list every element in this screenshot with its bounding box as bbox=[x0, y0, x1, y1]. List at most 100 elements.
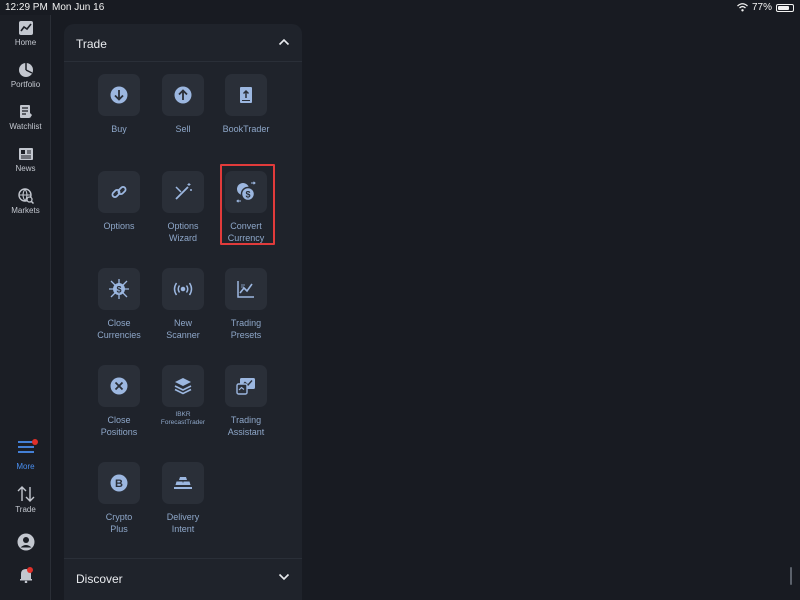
tile-label: Crypto Plus bbox=[105, 512, 133, 534]
tile-convert-currency[interactable]: $ Convert Currency bbox=[214, 171, 278, 244]
nav-portfolio[interactable]: Portfolio bbox=[0, 62, 51, 89]
tile-icon-box: B bbox=[98, 462, 140, 504]
nav-home[interactable]: Home bbox=[0, 20, 51, 47]
section-title: Trade bbox=[76, 37, 107, 51]
tile-new-scanner[interactable]: New Scanner bbox=[151, 268, 215, 341]
tile-icon-box bbox=[98, 365, 140, 407]
newspaper-icon bbox=[18, 148, 33, 160]
status-date: Mon Jun 16 bbox=[52, 2, 105, 13]
book-icon bbox=[240, 87, 252, 103]
tile-sell[interactable]: Sell bbox=[151, 74, 215, 135]
layers-icon bbox=[174, 378, 192, 395]
tile-label: Options bbox=[103, 221, 135, 231]
tile-label: Sell bbox=[175, 124, 191, 134]
notification-dot bbox=[27, 567, 33, 573]
more-menu-panel: Trade Buy Sell BookTrader Options Option… bbox=[64, 24, 302, 600]
tile-icon-box bbox=[98, 74, 140, 116]
close-circle-icon bbox=[110, 377, 128, 395]
tile-label: BookTrader bbox=[222, 124, 270, 134]
arrow-down-icon bbox=[110, 86, 128, 104]
status-time: 12:29 PM bbox=[5, 2, 48, 13]
tile-icon-box bbox=[162, 365, 204, 407]
tile-booktrader[interactable]: BookTrader bbox=[214, 74, 278, 135]
tile-trading-assistant[interactable]: Trading Assistant bbox=[214, 365, 278, 438]
nav-notifications[interactable] bbox=[0, 567, 51, 583]
tile-label: IBKR ForecastTrader bbox=[160, 411, 206, 426]
chevron-up-icon[interactable] bbox=[278, 38, 290, 46]
nav-markets-label: Markets bbox=[11, 206, 40, 215]
battery-icon bbox=[776, 3, 794, 12]
tile-icon-box bbox=[162, 268, 204, 310]
scanner-icon bbox=[173, 282, 193, 296]
tile-label: Trading Assistant bbox=[227, 415, 265, 437]
tile-label: Trading Presets bbox=[230, 318, 262, 340]
status-bar: 12:29 PM Mon Jun 16 77% bbox=[0, 0, 800, 15]
arrow-up-icon bbox=[174, 86, 192, 104]
nav-trade[interactable]: Trade bbox=[0, 485, 51, 514]
link-icon bbox=[111, 186, 127, 198]
nav-portfolio-label: Portfolio bbox=[10, 80, 41, 89]
tile-delivery-intent[interactable]: Delivery Intent bbox=[151, 462, 215, 535]
close-currencies-icon: $ bbox=[109, 279, 129, 299]
tile-options-wizard[interactable]: Options Wizard bbox=[151, 171, 215, 244]
battery-level bbox=[778, 5, 789, 10]
tile-icon-box bbox=[162, 171, 204, 213]
nav-more-label: More bbox=[16, 462, 35, 471]
tile-icon-box bbox=[98, 171, 140, 213]
tile-buy[interactable]: Buy bbox=[87, 74, 151, 135]
tile-close-currencies[interactable]: $ Close Currencies bbox=[87, 268, 151, 341]
wifi-icon bbox=[737, 3, 748, 12]
tile-label: Close Positions bbox=[100, 415, 138, 437]
nav-news-label: News bbox=[15, 164, 36, 173]
watchlist-icon bbox=[19, 105, 32, 118]
trade-arrows-icon bbox=[17, 486, 34, 502]
tile-label: New Scanner bbox=[166, 318, 200, 340]
status-right: 77% bbox=[737, 2, 794, 13]
scroll-indicator bbox=[790, 567, 792, 585]
tile-trading-presets[interactable]: Trading Presets bbox=[214, 268, 278, 341]
tile-label: Convert Currency bbox=[227, 221, 265, 243]
presets-chart-icon bbox=[237, 281, 254, 298]
tile-icon-box bbox=[162, 462, 204, 504]
svg-text:$: $ bbox=[245, 190, 250, 200]
tile-icon-box bbox=[162, 74, 204, 116]
tile-label: Close Currencies bbox=[97, 318, 141, 340]
user-avatar-icon bbox=[17, 533, 34, 551]
tile-close-positions[interactable]: Close Positions bbox=[87, 365, 151, 438]
tile-label: Options Wizard bbox=[167, 221, 199, 243]
tile-icon-box bbox=[225, 365, 267, 407]
tile-icon-box bbox=[225, 268, 267, 310]
svg-text:$: $ bbox=[116, 285, 121, 295]
gold-bars-icon bbox=[174, 477, 192, 489]
tile-icon-box bbox=[225, 74, 267, 116]
section-title: Discover bbox=[76, 572, 123, 586]
nav-news[interactable]: News bbox=[0, 146, 51, 173]
tile-crypto-plus[interactable]: B Crypto Plus bbox=[87, 462, 151, 535]
tile-ibkr-forecasttrader[interactable]: IBKR ForecastTrader bbox=[151, 365, 215, 427]
wand-icon bbox=[175, 183, 192, 200]
side-navigation: Home Portfolio Watchlist News Markets Mo… bbox=[0, 15, 51, 600]
scroll-handle[interactable] bbox=[780, 557, 800, 600]
notification-dot bbox=[32, 439, 38, 445]
nav-more[interactable]: More bbox=[0, 439, 51, 471]
battery-percent: 77% bbox=[751, 2, 772, 13]
nav-markets[interactable]: Markets bbox=[0, 188, 51, 215]
discover-section-header[interactable]: Discover bbox=[64, 558, 302, 596]
tile-label: Delivery Intent bbox=[166, 512, 200, 534]
chevron-down-icon[interactable] bbox=[278, 573, 290, 581]
nav-watchlist-label: Watchlist bbox=[9, 122, 42, 131]
assistant-icon bbox=[236, 378, 255, 395]
nav-account[interactable] bbox=[0, 533, 51, 551]
nav-watchlist[interactable]: Watchlist bbox=[0, 104, 51, 131]
nav-trade-label: Trade bbox=[15, 505, 36, 514]
bitcoin-icon: B bbox=[110, 474, 128, 492]
trade-section-header[interactable]: Trade bbox=[64, 24, 302, 62]
pie-icon bbox=[18, 63, 33, 77]
tile-icon-box: $ bbox=[98, 268, 140, 310]
tile-icon-box: $ bbox=[225, 171, 267, 213]
chart-icon bbox=[18, 21, 33, 35]
tile-options[interactable]: Options bbox=[87, 171, 151, 232]
currency-convert-icon: $ bbox=[236, 181, 256, 203]
nav-home-label: Home bbox=[14, 38, 37, 47]
globe-search-icon bbox=[17, 188, 34, 204]
